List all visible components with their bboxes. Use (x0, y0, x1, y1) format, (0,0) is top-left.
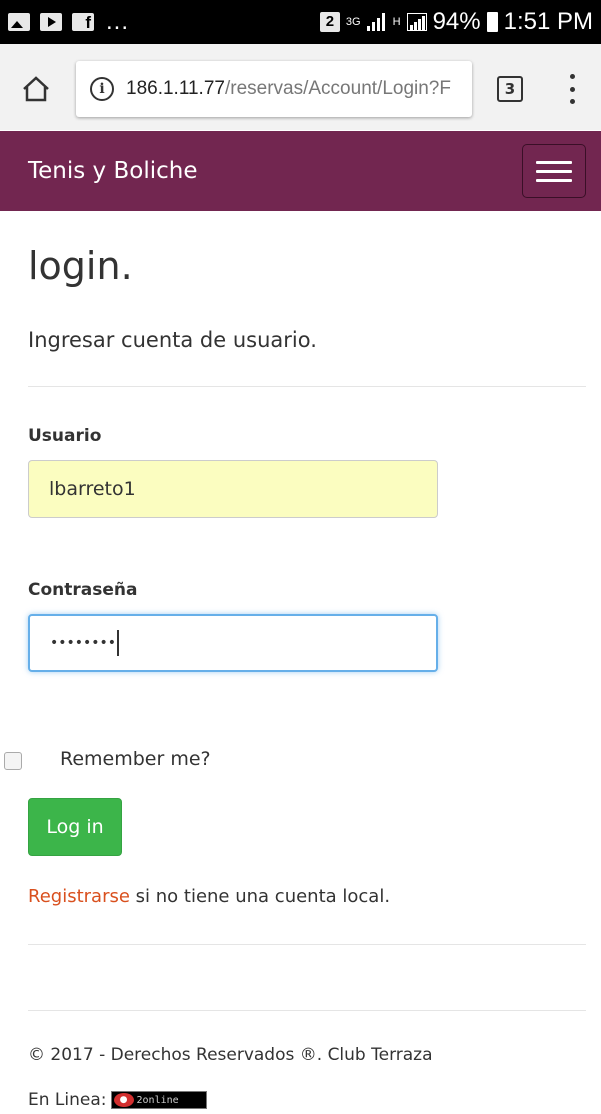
login-button[interactable]: Log in (28, 798, 122, 856)
youtube-icon (40, 13, 62, 31)
password-label: Contraseña (28, 580, 138, 600)
divider (28, 386, 586, 387)
browser-toolbar: i 186.1.11.77/reservas/Account/Login?F 3 (0, 44, 601, 130)
register-link[interactable]: Registrarse (28, 886, 130, 907)
password-input[interactable]: •••••••• (28, 614, 438, 672)
url-text[interactable]: 186.1.11.77/reservas/Account/Login?F (126, 78, 451, 100)
register-suffix: si no tiene una cuenta local. (129, 886, 391, 907)
signal-icon-2 (406, 13, 427, 31)
online-widget[interactable]: ● 2online (110, 1091, 207, 1109)
footer-divider (28, 1010, 586, 1011)
h-indicator: H (392, 16, 401, 28)
brand-link[interactable]: Tenis y Boliche (28, 158, 197, 184)
signal-icon (366, 13, 387, 31)
username-label: Usuario (28, 426, 102, 446)
url-host: 186.1.11.77 (126, 78, 225, 99)
remember-me-label[interactable]: Remember me? (60, 748, 211, 770)
divider (28, 944, 586, 945)
info-icon[interactable]: i (90, 77, 114, 101)
online-label: En Linea: (28, 1090, 107, 1110)
text-caret (117, 630, 120, 656)
site-navbar: Tenis y Boliche (0, 131, 601, 211)
tab-switcher-button[interactable]: 3 (497, 76, 523, 102)
username-input[interactable]: lbarreto1 (28, 460, 438, 518)
address-bar[interactable]: i 186.1.11.77/reservas/Account/Login?F (76, 61, 472, 117)
home-icon[interactable] (22, 76, 50, 102)
status-bar: f ... 2 3G H 94% 1:51 PM (0, 0, 601, 44)
password-value: •••••••• (50, 635, 117, 651)
clock: 1:51 PM (503, 8, 593, 35)
gallery-icon (8, 13, 30, 31)
page-title: login. (28, 244, 133, 288)
register-line: Registrarse si no tiene una cuenta local… (28, 886, 390, 907)
online-count: 2online (136, 1094, 179, 1106)
sim-badge: 2 (319, 12, 340, 32)
page-subtitle: Ingresar cuenta de usuario. (28, 328, 317, 352)
more-menu-icon[interactable] (568, 74, 576, 104)
network-type: 3G (345, 16, 361, 28)
battery-icon (486, 12, 498, 32)
battery-percent: 94% (432, 8, 481, 35)
remember-me-checkbox[interactable] (4, 752, 22, 770)
facebook-icon: f (72, 13, 94, 32)
notification-overflow: ... (106, 8, 130, 35)
url-path: /reservas/Account/Login?F (224, 78, 451, 99)
online-user-icon: ● (113, 1093, 134, 1107)
online-counter: En Linea: ● 2online (28, 1090, 207, 1110)
footer-copyright: © 2017 - Derechos Reservados ®. Club Ter… (28, 1045, 433, 1065)
hamburger-menu-icon[interactable] (522, 144, 586, 198)
